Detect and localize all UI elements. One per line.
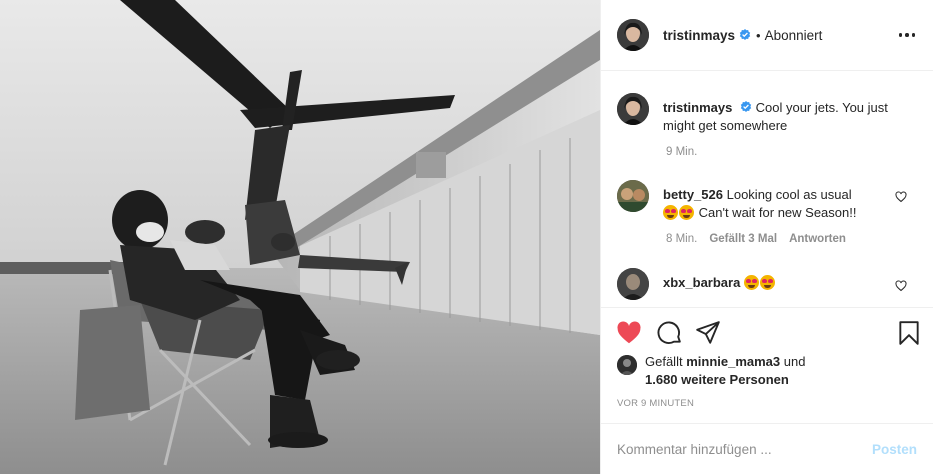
caption-meta: 9 Min. [666, 146, 697, 158]
comment-input[interactable] [617, 441, 872, 457]
verified-badge-icon [739, 29, 751, 40]
comment-avatar[interactable] [617, 268, 649, 300]
post-photo[interactable] [0, 0, 600, 474]
caption-avatar[interactable] [617, 93, 649, 125]
comment-like-heart-icon[interactable] [895, 191, 907, 203]
photo-image [0, 0, 600, 474]
comment-bubble-icon[interactable] [656, 320, 682, 346]
comment-meta: 8 Min. Gefällt 3 Mal Antworten [666, 233, 846, 245]
likes-prefix: Gefällt [645, 354, 683, 369]
liker-username[interactable]: minnie_mama3 [686, 354, 780, 369]
post-comment-button[interactable]: Posten [872, 442, 917, 457]
comment-text: Looking cool as usual [726, 187, 852, 202]
heart-eyes-emoji [679, 205, 694, 220]
comment-likes[interactable]: Gefällt 3 Mal [709, 233, 777, 245]
comments-list: tristinmays Cool your jets. You just mig… [601, 71, 933, 307]
likes-summary: Gefällt minnie_mama3 und 1.680 weitere P… [617, 353, 805, 389]
comment-body: betty_526 Looking cool as usual Can't wa… [663, 180, 917, 222]
comment-body: xbx_barbara [663, 268, 917, 300]
comment-avatar-image [617, 268, 649, 300]
comment-time[interactable]: 8 Min. [666, 233, 697, 245]
comment-username[interactable]: xbx_barbara [663, 275, 740, 290]
post-timestamp[interactable]: VOR 9 MINUTEN [617, 398, 694, 409]
heart-eyes-emoji [759, 275, 775, 290]
liker-avatar[interactable] [617, 355, 637, 375]
likes-connector: und [783, 354, 806, 369]
author-avatar-image [617, 19, 649, 51]
paper-plane-icon[interactable] [695, 320, 721, 346]
author-avatar[interactable] [617, 19, 649, 51]
liker-avatar-image [617, 355, 637, 375]
likes-text: Gefällt minnie_mama3 und 1.680 weitere P… [645, 353, 805, 389]
comment-avatar-image [617, 180, 649, 212]
caption-item: tristinmays Cool your jets. You just mig… [617, 93, 917, 135]
header-separator: • [756, 27, 761, 43]
heart-filled-icon[interactable] [616, 320, 642, 346]
bookmark-icon[interactable] [896, 320, 922, 346]
caption-avatar-image [617, 93, 649, 125]
likes-others[interactable]: 1.680 weitere Personen [645, 372, 789, 387]
more-options-icon[interactable] [897, 27, 918, 43]
caption-username[interactable]: tristinmays [663, 100, 732, 115]
comment-text-continued: Can't wait for new Season!! [698, 205, 857, 220]
comment-avatar[interactable] [617, 180, 649, 212]
post-header: tristinmays • Abonniert [601, 0, 933, 71]
instagram-post: tristinmays • Abonniert tristinmays Cool… [0, 0, 933, 474]
caption-body: tristinmays Cool your jets. You just mig… [663, 93, 917, 135]
add-comment-bar: Posten [601, 423, 933, 474]
heart-eyes-emoji [743, 275, 759, 290]
post-side-panel: tristinmays • Abonniert tristinmays Cool… [600, 0, 933, 474]
comment-username[interactable]: betty_526 [663, 187, 723, 202]
reply-button[interactable]: Antworten [789, 233, 846, 245]
verified-badge-icon [740, 101, 752, 112]
comment-like-heart-icon[interactable] [895, 280, 907, 292]
comment-item: betty_526 Looking cool as usual Can't wa… [617, 180, 917, 222]
heart-eyes-emoji [663, 205, 678, 220]
follow-status-button[interactable]: Abonniert [765, 28, 823, 43]
caption-time[interactable]: 9 Min. [666, 146, 697, 158]
comment-item: xbx_barbara [617, 268, 917, 300]
author-username[interactable]: tristinmays [663, 28, 735, 43]
